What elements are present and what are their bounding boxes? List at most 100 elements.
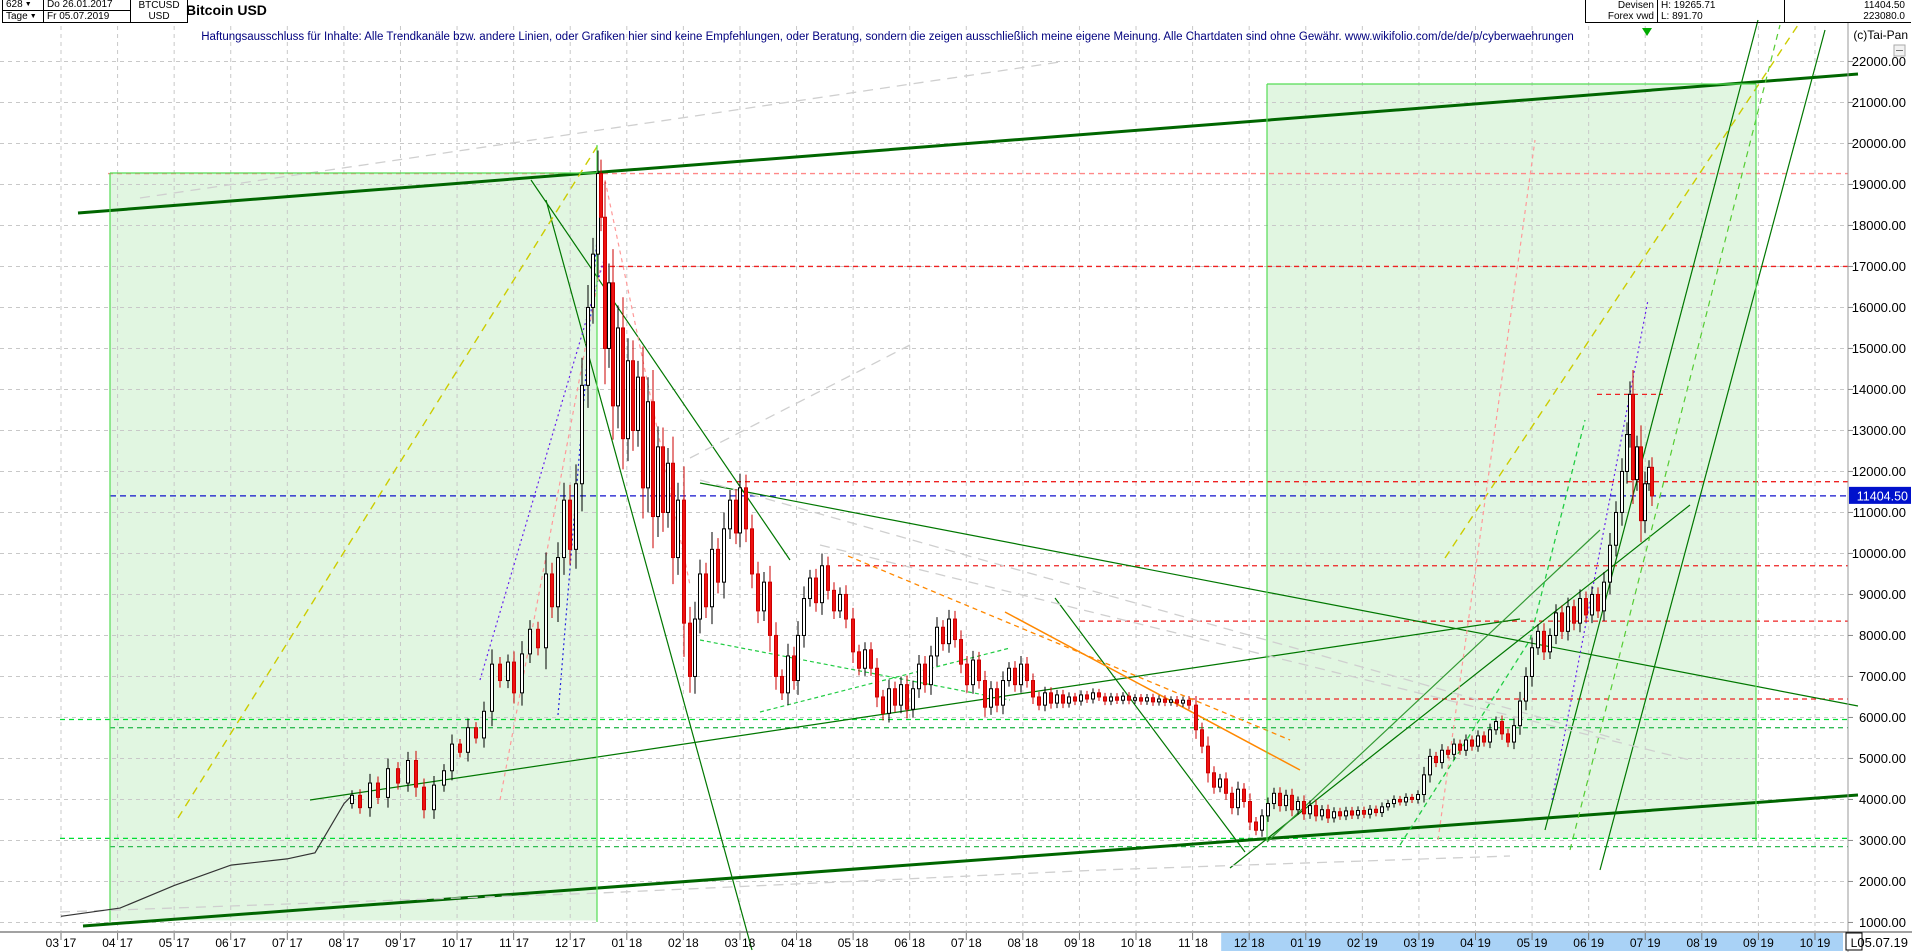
candle bbox=[642, 377, 645, 488]
candle bbox=[1182, 700, 1185, 703]
y-tick-label: 10000.00 bbox=[1852, 546, 1906, 561]
x-tick-label-year: 17 bbox=[233, 936, 247, 950]
x-tick-label-month: 08 bbox=[1686, 936, 1700, 950]
candle bbox=[1465, 740, 1468, 750]
candle bbox=[1543, 631, 1546, 652]
candle bbox=[622, 328, 625, 439]
candle bbox=[787, 656, 790, 693]
candle bbox=[683, 500, 686, 623]
candle bbox=[1020, 664, 1023, 685]
candle bbox=[996, 689, 999, 705]
candle bbox=[1561, 613, 1564, 631]
price-chart[interactable]: 22000.0021000.0020000.0019000.0018000.00… bbox=[0, 0, 1912, 952]
bars-count-dropdown[interactable]: 628▼ bbox=[3, 0, 43, 11]
candle bbox=[652, 402, 655, 517]
candle bbox=[1345, 811, 1348, 816]
candle bbox=[717, 549, 720, 582]
candle bbox=[592, 254, 595, 307]
x-tick-label-year: 18 bbox=[799, 936, 813, 950]
y-tick-label: 3000.00 bbox=[1859, 833, 1906, 848]
x-tick-label-year: 17 bbox=[63, 936, 77, 950]
candle bbox=[966, 664, 969, 685]
candle bbox=[711, 549, 714, 606]
x-tick-label-month: 05 bbox=[838, 936, 852, 950]
candle bbox=[677, 500, 680, 557]
candle bbox=[1267, 804, 1270, 816]
candle bbox=[459, 744, 462, 752]
y-tick-label: 1000.00 bbox=[1859, 915, 1906, 930]
down-triangle-marker bbox=[1642, 28, 1652, 36]
x-tick-label-year: 17 bbox=[572, 936, 586, 950]
candle bbox=[637, 377, 640, 430]
candle bbox=[1495, 722, 1498, 730]
candle bbox=[1315, 806, 1318, 816]
candle bbox=[689, 623, 692, 676]
candle bbox=[1441, 750, 1444, 762]
candle bbox=[604, 217, 607, 348]
candle bbox=[781, 676, 784, 692]
candle bbox=[1279, 793, 1282, 805]
candle bbox=[1303, 802, 1306, 814]
date-from[interactable]: Do 26.01.2017 bbox=[44, 0, 130, 11]
last-price-tag-value: 11404.50 bbox=[1857, 489, 1908, 503]
candle bbox=[423, 787, 426, 810]
x-tick-label-year: 17 bbox=[459, 936, 473, 950]
y-tick-label: 12000.00 bbox=[1852, 464, 1906, 479]
candle bbox=[1074, 697, 1077, 701]
candle bbox=[815, 578, 818, 603]
y-tick-label: 7000.00 bbox=[1859, 669, 1906, 684]
candle bbox=[475, 728, 478, 738]
candle bbox=[647, 402, 650, 488]
candle bbox=[1038, 697, 1041, 705]
channel-regions bbox=[110, 84, 1756, 920]
x-tick-label-month: 05 bbox=[1517, 936, 1531, 950]
x-tick-label-month: 07 bbox=[951, 936, 965, 950]
chart-window: { "header": { "bars_count": "628", "peri… bbox=[0, 0, 1912, 952]
candle bbox=[443, 771, 446, 785]
candle bbox=[876, 668, 879, 697]
candle bbox=[1453, 744, 1456, 754]
x-tick-label-year: 18 bbox=[685, 936, 699, 950]
candle bbox=[1213, 773, 1216, 787]
candle bbox=[369, 783, 372, 808]
candle bbox=[581, 385, 584, 483]
candle bbox=[864, 650, 867, 668]
candle bbox=[745, 488, 748, 529]
x-tick-label-month: 02 bbox=[668, 936, 682, 950]
candle bbox=[1501, 722, 1504, 734]
x-tick-label-month: 11 bbox=[1178, 936, 1191, 950]
candle bbox=[569, 500, 572, 549]
symbol-cell[interactable]: BTCUSD bbox=[131, 0, 187, 11]
candle bbox=[694, 619, 697, 676]
y-tick-label: 19000.00 bbox=[1852, 177, 1906, 192]
candle bbox=[735, 500, 738, 533]
candle bbox=[1333, 812, 1336, 818]
candle bbox=[1044, 693, 1047, 705]
candle bbox=[1152, 698, 1155, 702]
candle bbox=[1243, 789, 1246, 801]
candle bbox=[563, 500, 566, 557]
candle bbox=[1351, 811, 1354, 815]
candle bbox=[1531, 648, 1534, 677]
period-dropdown[interactable]: Tage▼ bbox=[3, 11, 43, 22]
candle bbox=[763, 582, 766, 611]
candle bbox=[1188, 700, 1191, 705]
symbol-value: BTCUSD bbox=[138, 1, 179, 11]
candle bbox=[1309, 806, 1312, 814]
date-to[interactable]: Fr 05.07.2019 bbox=[44, 11, 130, 22]
x-tick-label-month: 08 bbox=[329, 936, 343, 950]
y-tick-label: 21000.00 bbox=[1852, 95, 1906, 110]
candle bbox=[1104, 697, 1107, 701]
candle bbox=[1225, 779, 1228, 793]
x-tick-label-year: 18 bbox=[1081, 936, 1095, 950]
candle bbox=[587, 307, 590, 385]
x-tick-label-month: 09 bbox=[385, 936, 399, 950]
x-tick-label-month: 07 bbox=[272, 936, 286, 950]
candle bbox=[912, 689, 915, 710]
candle bbox=[467, 728, 470, 753]
candle bbox=[972, 660, 975, 685]
x-tick-label-month: 04 bbox=[1460, 936, 1474, 950]
candle bbox=[1207, 746, 1210, 773]
candle bbox=[809, 578, 812, 599]
candle bbox=[1249, 802, 1252, 823]
